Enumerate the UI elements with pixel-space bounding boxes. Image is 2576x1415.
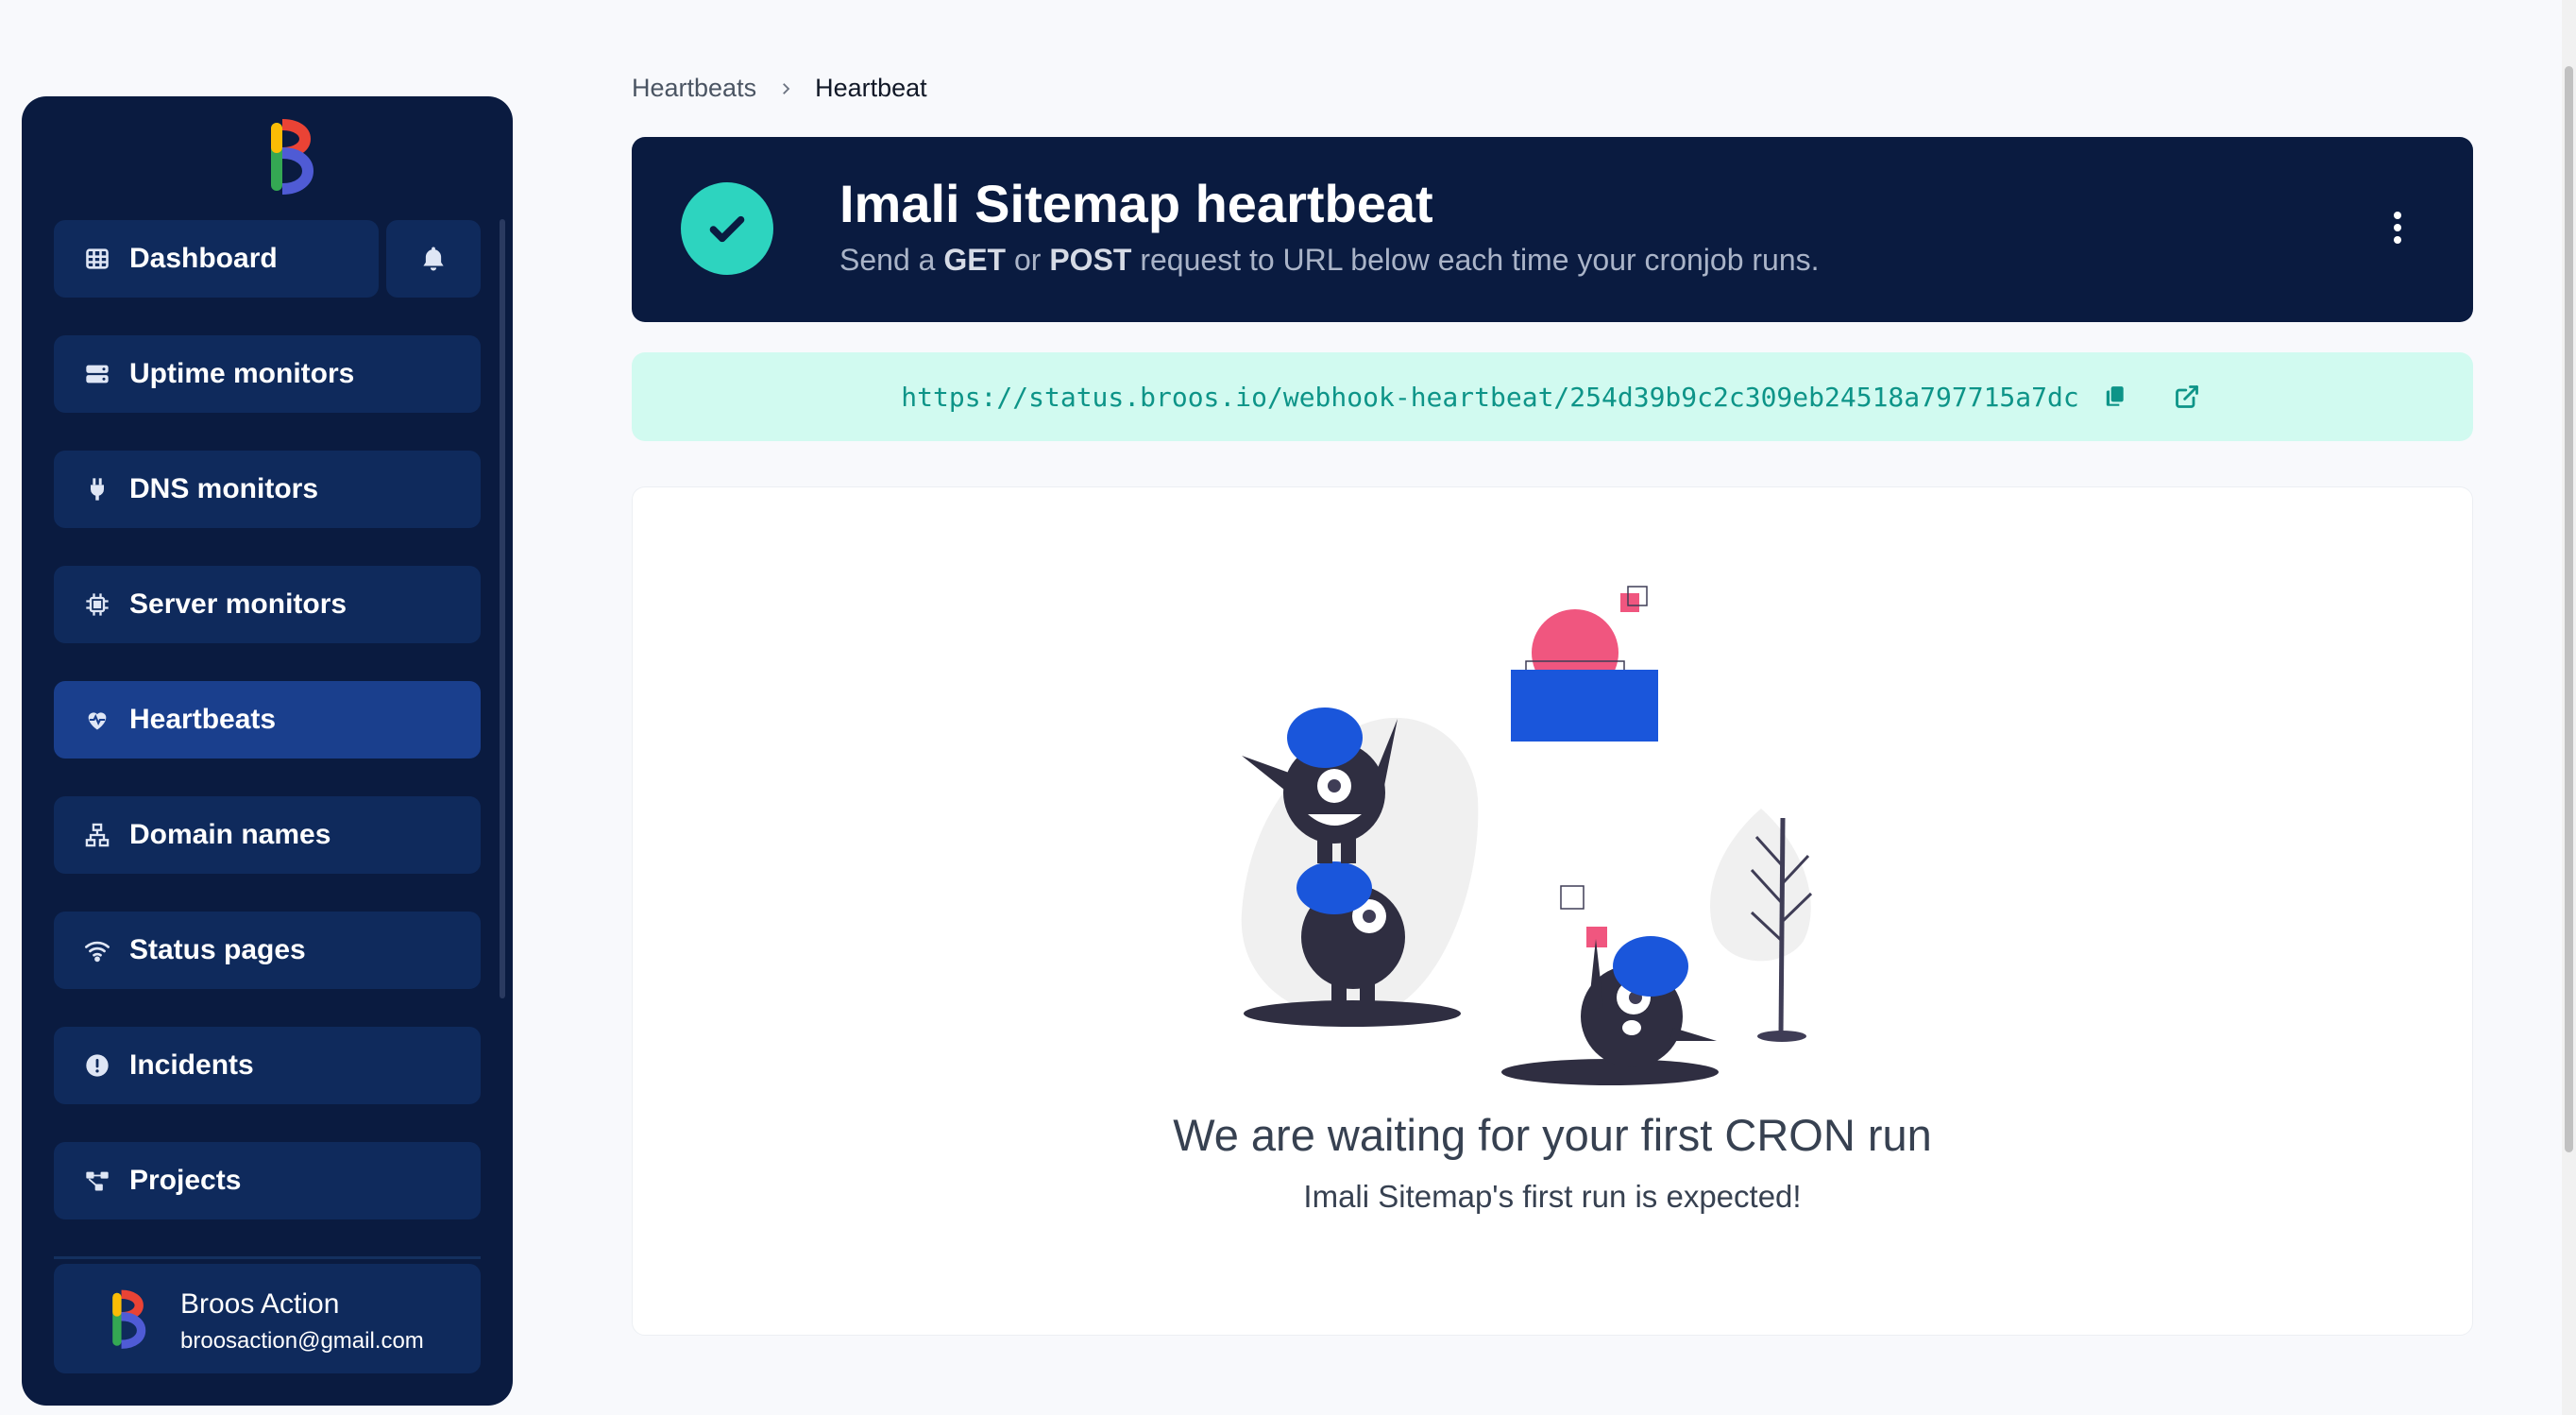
page-scrollbar-thumb[interactable] <box>2565 66 2573 1152</box>
sidebar-item-server-monitors[interactable]: Server monitors <box>54 566 481 643</box>
sidebar-item-domain-names[interactable]: Domain names <box>54 796 481 874</box>
page-scrollbar[interactable] <box>2562 0 2576 1415</box>
user-email: broosaction@gmail.com <box>180 1328 424 1354</box>
sidebar-scrollbar[interactable] <box>500 219 505 998</box>
notifications-button[interactable] <box>386 220 481 298</box>
heartbeat-header: Imali Sitemap heartbeat Send a GET or PO… <box>632 137 2473 322</box>
copy-icon[interactable] <box>2098 380 2132 414</box>
sidebar-item-label: Status pages <box>129 934 306 965</box>
chip-icon <box>84 591 110 618</box>
check-circle-icon <box>681 182 773 275</box>
page-subtitle: Send a GET or POST request to URL below … <box>839 243 1820 277</box>
project-diagram-icon <box>84 1168 110 1194</box>
page-title: Imali Sitemap heartbeat <box>839 174 1433 233</box>
sidebar-item-label: Domain names <box>129 819 331 850</box>
sidebar-item-label: DNS monitors <box>129 473 319 504</box>
sidebar-item-uptime-monitors[interactable]: Uptime monitors <box>54 335 481 413</box>
sidebar-item-projects[interactable]: Projects <box>54 1142 481 1219</box>
bell-icon <box>423 247 444 271</box>
avatar <box>112 1289 146 1349</box>
sidebar-item-label: Dashboard <box>129 243 278 274</box>
more-options-icon[interactable] <box>2379 199 2416 256</box>
empty-state-title: We are waiting for your first CRON run <box>1173 1110 1932 1160</box>
user-name: Broos Action <box>180 1288 340 1320</box>
sidebar-item-incidents[interactable]: Incidents <box>54 1027 481 1104</box>
exclamation-icon <box>84 1052 110 1079</box>
monsters-illustration <box>1241 586 1813 1085</box>
external-link-icon[interactable] <box>2170 380 2204 414</box>
chevron-right-icon <box>777 80 794 97</box>
heart-pulse-icon <box>84 707 110 733</box>
wifi-icon <box>84 937 110 963</box>
sidebar-item-label: Heartbeats <box>129 704 277 735</box>
sitemap-icon <box>84 822 110 848</box>
breadcrumb: Heartbeats Heartbeat <box>632 74 927 103</box>
sidebar-item-label: Uptime monitors <box>129 358 355 389</box>
table-grid-icon <box>84 246 110 272</box>
empty-state-subtitle: Imali Sitemap's first run is expected! <box>1303 1179 1802 1214</box>
sidebar-item-status-pages[interactable]: Status pages <box>54 912 481 989</box>
sidebar-item-dashboard[interactable]: Dashboard <box>54 220 379 298</box>
breadcrumb-link-heartbeats[interactable]: Heartbeats <box>632 74 756 103</box>
user-profile-card[interactable]: Broos Action broosaction@gmail.com <box>54 1264 481 1373</box>
sidebar-item-label: Incidents <box>129 1049 254 1081</box>
sidebar-item-heartbeats[interactable]: Heartbeats <box>54 681 481 759</box>
sidebar-divider <box>54 1256 481 1259</box>
brand-logo <box>271 119 314 195</box>
server-icon <box>84 361 110 387</box>
sidebar-item-dns-monitors[interactable]: DNS monitors <box>54 451 481 528</box>
breadcrumb-current: Heartbeat <box>815 74 927 102</box>
sidebar-item-label: Server monitors <box>129 588 347 620</box>
sidebar-item-label: Projects <box>129 1165 242 1196</box>
plug-icon <box>84 476 110 503</box>
sidebar: Dashboard Uptime monitors DNS monitors S… <box>22 96 513 1406</box>
webhook-url-bar: https://status.broos.io/webhook-heartbea… <box>632 352 2473 441</box>
webhook-url[interactable]: https://status.broos.io/webhook-heartbea… <box>901 382 2078 413</box>
empty-state-card: We are waiting for your first CRON run I… <box>632 486 2473 1336</box>
